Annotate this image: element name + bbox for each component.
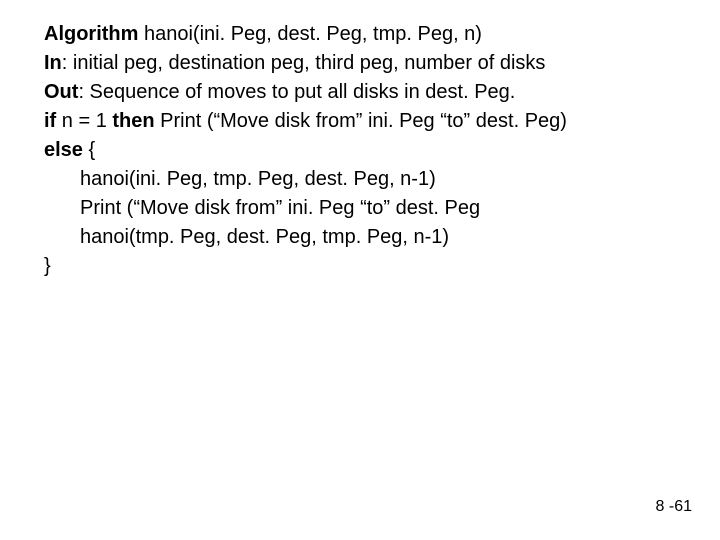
- kw-algorithm: Algorithm: [44, 23, 138, 45]
- out-desc: : Sequence of moves to put all disks in …: [78, 81, 515, 103]
- algo-if-line: if n = 1 then Print (“Move disk from” in…: [44, 107, 720, 136]
- algo-in-line: In: initial peg, destination peg, third …: [44, 49, 720, 78]
- then-body: Print (“Move disk from” ini. Peg “to” de…: [155, 110, 567, 132]
- else-brace: {: [83, 139, 95, 161]
- algo-else-line: else {: [44, 136, 720, 165]
- kw-else: else: [44, 139, 83, 161]
- kw-out: Out: [44, 81, 78, 103]
- algo-body-line-1: hanoi(ini. Peg, tmp. Peg, dest. Peg, n-1…: [44, 165, 720, 194]
- algo-signature: hanoi(ini. Peg, dest. Peg, tmp. Peg, n): [138, 23, 482, 45]
- algo-close-brace: }: [44, 252, 720, 281]
- algo-out-line: Out: Sequence of moves to put all disks …: [44, 78, 720, 107]
- in-desc: : initial peg, destination peg, third pe…: [62, 52, 546, 74]
- kw-then: then: [112, 110, 154, 132]
- if-cond: n = 1: [56, 110, 112, 132]
- page-number: 8 -61: [656, 498, 692, 516]
- algo-signature-line: Algorithm hanoi(ini. Peg, dest. Peg, tmp…: [44, 20, 720, 49]
- kw-if: if: [44, 110, 56, 132]
- algorithm-block: Algorithm hanoi(ini. Peg, dest. Peg, tmp…: [44, 20, 720, 281]
- algo-body-line-3: hanoi(tmp. Peg, dest. Peg, tmp. Peg, n-1…: [44, 223, 720, 252]
- kw-in: In: [44, 52, 62, 74]
- algo-body-line-2: Print (“Move disk from” ini. Peg “to” de…: [44, 194, 720, 223]
